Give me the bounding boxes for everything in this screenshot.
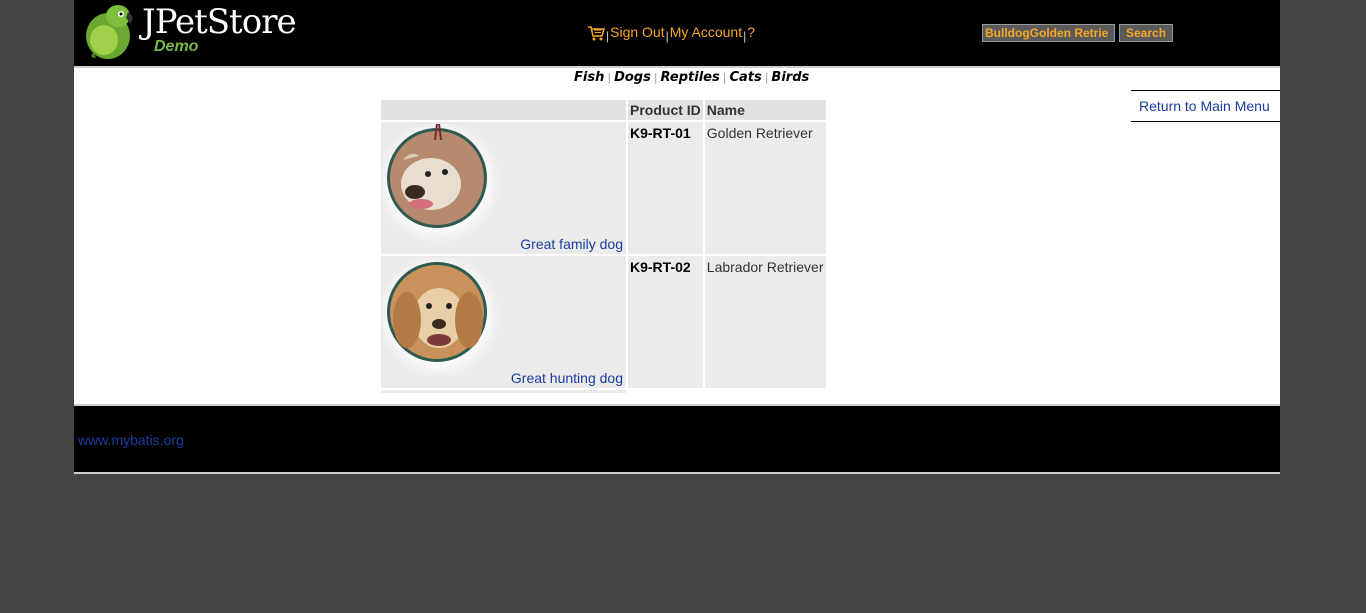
product-name-cell: Golden Retriever — [704, 122, 826, 254]
product-name-cell: Labrador Retriever — [704, 256, 826, 388]
table-spacer-cell — [381, 390, 626, 393]
quicklink-separator: | — [653, 71, 658, 84]
product-image-cell: Great hunting dog — [381, 256, 626, 388]
sidebar-return: Return to Main Menu — [1131, 90, 1280, 122]
logo-title: JPetStore — [142, 2, 297, 42]
footer: www.mybatis.org — [74, 406, 1280, 474]
menu-separator: | — [606, 29, 610, 43]
quicklink-fish[interactable]: Fish — [574, 70, 604, 85]
quicklink-separator: | — [607, 71, 612, 84]
quicklink-cats[interactable]: Cats — [729, 70, 761, 85]
mybatis-link[interactable]: www.mybatis.org — [78, 432, 184, 448]
quicklink-separator: | — [722, 71, 727, 84]
column-header-name: Name — [704, 100, 826, 120]
page-wrapper: JPetStore Demo |Sign Out|My Account|? Se… — [74, 0, 1280, 474]
cart-icon[interactable] — [587, 25, 605, 41]
menu-separator: | — [743, 29, 747, 43]
quicklink-dogs[interactable]: Dogs — [614, 70, 651, 85]
bulldog-image — [383, 124, 501, 244]
quicklink-reptiles[interactable]: Reptiles — [661, 70, 720, 85]
header-menu: |Sign Out|My Account|? — [587, 24, 755, 43]
sign-out-link[interactable]: Sign Out — [610, 24, 664, 40]
logo-subtitle: Demo — [154, 38, 199, 55]
search-form: Search — [982, 24, 1174, 42]
product-id-cell[interactable]: K9-RT-01 — [628, 122, 703, 254]
table-spacer-row — [381, 390, 826, 393]
quicklink-separator: | — [764, 71, 769, 84]
column-header-product-id: Product ID — [628, 100, 703, 120]
table-row: Great hunting dog K9-RT-02 Labrador Retr… — [381, 256, 826, 388]
search-input[interactable] — [982, 24, 1115, 42]
product-table: Product ID Name Great family dog K9-RT-0… — [379, 98, 828, 395]
search-button[interactable]: Search — [1119, 24, 1174, 42]
quicklinks: Fish | Dogs | Reptiles | Cats | Birds — [574, 70, 809, 85]
my-account-link[interactable]: My Account — [670, 24, 742, 40]
main-content: Fish | Dogs | Reptiles | Cats | Birds Return to … — [74, 68, 1280, 406]
menu-separator: | — [665, 29, 669, 43]
table-row: Great family dog K9-RT-01 Golden Retriev… — [381, 122, 826, 254]
retriever-image — [383, 258, 501, 378]
header: JPetStore Demo |Sign Out|My Account|? Se… — [74, 0, 1280, 68]
logo[interactable]: JPetStore Demo — [84, 2, 297, 60]
quicklink-birds[interactable]: Birds — [771, 70, 809, 85]
table-header-row: Product ID Name — [381, 100, 826, 120]
product-description-link[interactable]: Great family dog — [520, 236, 623, 252]
parrot-logo-icon — [86, 5, 133, 59]
help-link[interactable]: ? — [747, 24, 755, 40]
return-to-main-menu-link[interactable]: Return to Main Menu — [1139, 98, 1270, 114]
column-header-image — [381, 100, 626, 120]
product-description-link[interactable]: Great hunting dog — [511, 370, 623, 386]
product-id-cell[interactable]: K9-RT-02 — [628, 256, 703, 388]
product-image-cell: Great family dog — [381, 122, 626, 254]
